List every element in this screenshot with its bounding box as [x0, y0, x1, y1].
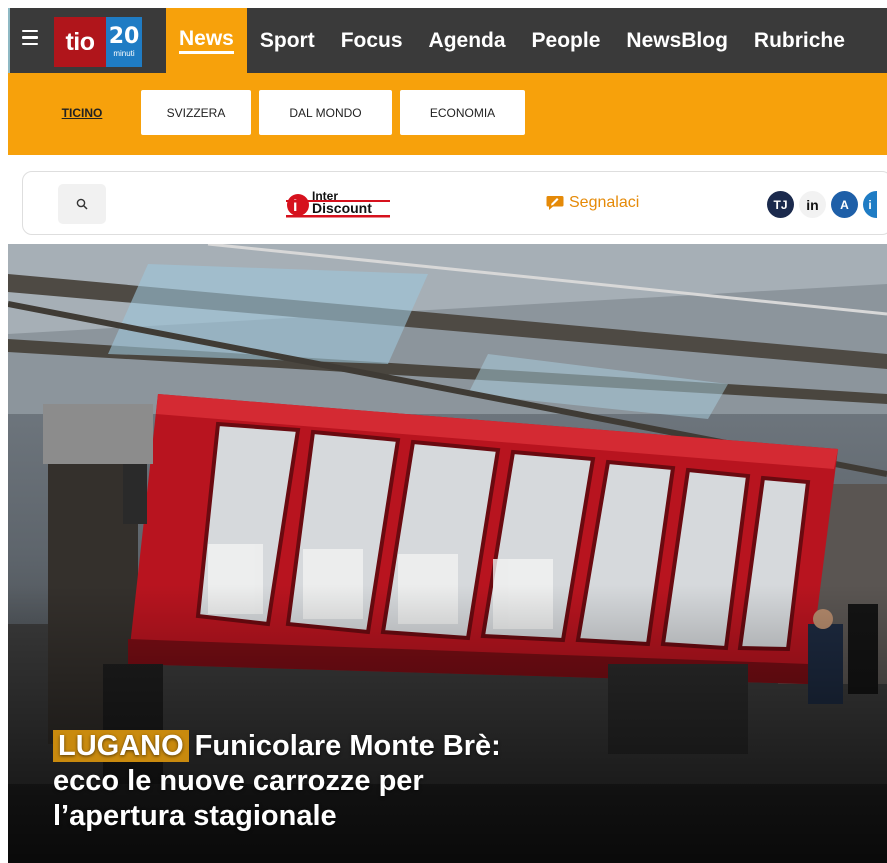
hero-headline[interactable]: LUGANO Funicolare Monte Brè: ecco le nuov…	[53, 729, 613, 834]
report-link[interactable]: Segnalaci	[546, 194, 639, 212]
nav-item-news[interactable]: News	[166, 8, 247, 73]
nav-item-agenda[interactable]: Agenda	[416, 8, 519, 73]
interdiscount-logo[interactable]: i Inter Discount	[286, 188, 390, 222]
partner-tj-icon[interactable]: TJ	[767, 191, 794, 218]
partner-in-icon[interactable]: in	[799, 191, 826, 218]
partner-break-icon[interactable]: A	[831, 191, 858, 218]
report-label: Segnalaci	[569, 194, 640, 211]
tab-economia[interactable]: ECONOMIA	[400, 90, 525, 135]
logo-20-number: 20	[108, 24, 140, 49]
nav-item-label: People	[531, 28, 601, 52]
logo-minuti-text: minuti	[113, 49, 135, 58]
location-tag[interactable]: LUGANO	[53, 730, 189, 762]
interdiscount-text-discount: Discount	[312, 200, 372, 216]
logo-20-minuti: 20 minuti	[106, 17, 142, 67]
nav-item-label: Rubriche	[753, 28, 845, 52]
top-navigation: tio 20 minuti News Sport Focus Agenda Pe…	[8, 8, 887, 73]
partner-extra-icon[interactable]: i	[863, 191, 877, 218]
nav-item-label: Focus	[340, 28, 403, 52]
tab-ticino[interactable]: TICINO	[52, 90, 112, 135]
search-icon	[76, 198, 88, 210]
main-nav: News Sport Focus Agenda People NewsBlog …	[166, 8, 858, 73]
tools-bar: i Inter Discount Segnalaci TJ in A i	[22, 171, 887, 235]
tab-svizzera[interactable]: SVIZZERA	[141, 90, 251, 135]
nav-item-label: Agenda	[428, 28, 506, 52]
headline-line3: l’apertura stagionale	[53, 800, 337, 832]
report-bubble-icon	[546, 196, 564, 210]
nav-item-focus[interactable]: Focus	[328, 8, 416, 73]
search-button[interactable]	[58, 184, 106, 224]
tab-dal-mondo[interactable]: DAL MONDO	[259, 90, 392, 135]
site-logo[interactable]: tio 20 minuti	[54, 17, 142, 67]
nav-item-label: NewsBlog	[626, 28, 728, 52]
hamburger-menu-icon[interactable]	[22, 30, 40, 50]
nav-item-label: Sport	[259, 28, 315, 52]
window-edge	[8, 8, 10, 73]
headline-line2: ecco le nuove carrozze per	[53, 765, 424, 797]
nav-item-people[interactable]: People	[519, 8, 614, 73]
headline-line1: Funicolare Monte Brè:	[194, 730, 501, 762]
nav-item-newsblog[interactable]: NewsBlog	[613, 8, 741, 73]
nav-item-sport[interactable]: Sport	[247, 8, 328, 73]
section-subnav: TICINO SVIZZERA DAL MONDO ECONOMIA	[8, 73, 887, 155]
interdiscount-mark: i Inter Discount	[286, 189, 390, 218]
nav-item-rubriche[interactable]: Rubriche	[741, 8, 858, 73]
nav-item-label: News	[179, 27, 234, 54]
logo-tio: tio	[54, 17, 106, 67]
partner-icons: TJ in A i	[767, 191, 877, 218]
